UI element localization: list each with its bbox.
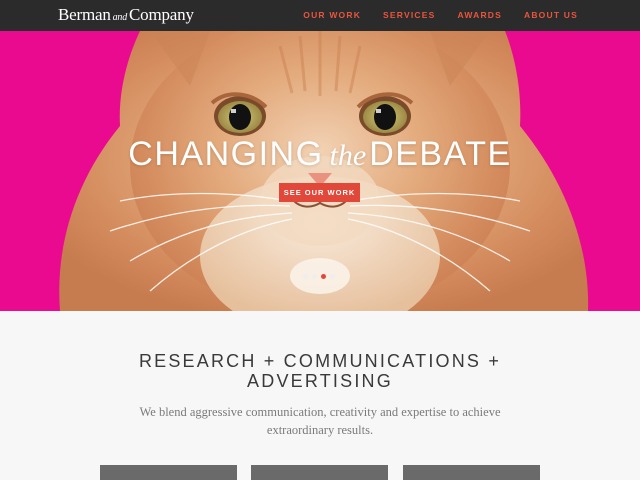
headline-debate: DEBATE: [369, 135, 512, 173]
slider-dot-4[interactable]: [330, 274, 335, 279]
hero-slider: CHANGING theDEBATE SEE OUR WORK: [0, 31, 640, 311]
top-navigation: Berman and Company OUR WORK SERVICES AWARD…: [0, 0, 640, 31]
nav-link-about-us[interactable]: ABOUT US: [524, 10, 578, 20]
section-description: We blend aggressive communication, creat…: [139, 405, 501, 437]
logo-word-and: and: [112, 12, 128, 23]
intro-section: RESEARCH + COMMUNICATIONS + ADVERTISING …: [0, 311, 640, 480]
service-cards: [100, 465, 540, 480]
service-card-2[interactable]: [251, 465, 388, 480]
nav-link-our-work[interactable]: OUR WORK: [303, 10, 361, 20]
nav-link-services[interactable]: SERVICES: [383, 10, 435, 20]
slider-dot-2[interactable]: [312, 274, 317, 279]
logo-word-berman: Berman: [58, 5, 111, 24]
hero-headline: CHANGING theDEBATE: [0, 135, 640, 174]
main-menu: OUR WORK SERVICES AWARDS ABOUT US: [303, 10, 578, 20]
brand-logo[interactable]: Berman and Company: [58, 5, 194, 25]
slider-dot-3[interactable]: [321, 274, 326, 279]
slider-dot-1[interactable]: [303, 274, 308, 279]
see-our-work-button[interactable]: SEE OUR WORK: [279, 183, 360, 202]
nav-link-awards[interactable]: AWARDS: [457, 10, 502, 20]
service-card-3[interactable]: [403, 465, 540, 480]
service-card-1[interactable]: [100, 465, 237, 480]
slider-dots: [303, 274, 335, 279]
headline-the: the: [329, 139, 367, 172]
headline-changing: CHANGING: [128, 135, 324, 173]
logo-word-company: Company: [129, 5, 194, 24]
section-heading: RESEARCH + COMMUNICATIONS + ADVERTISING: [138, 351, 502, 391]
